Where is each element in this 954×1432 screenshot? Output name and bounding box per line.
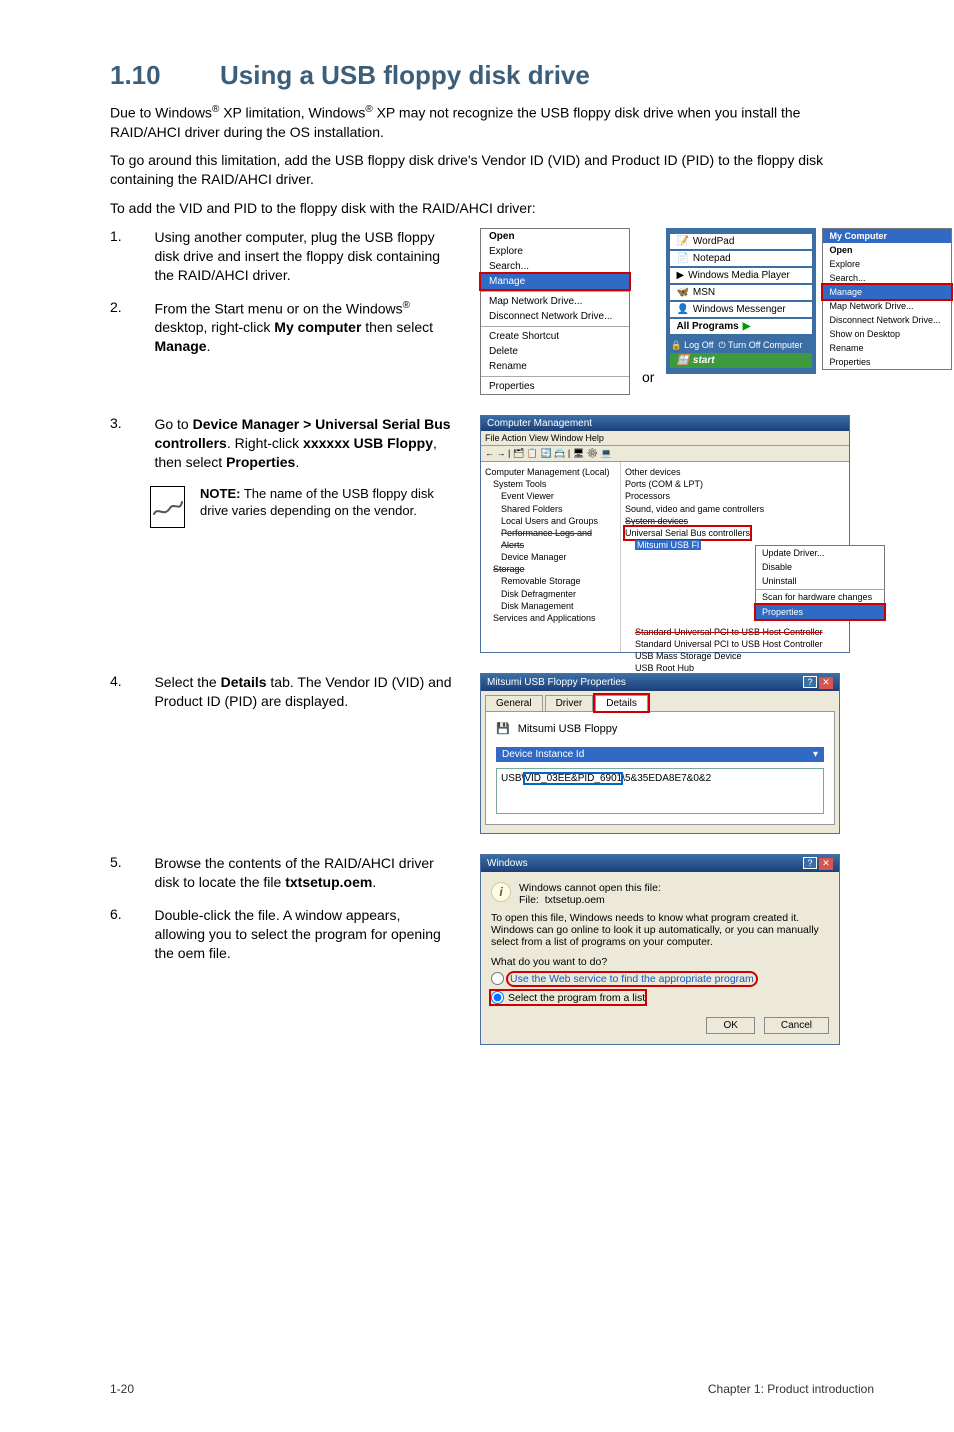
wmp-icon: ▶: [676, 270, 684, 281]
intro-p3: To add the VID and PID to the floppy dis…: [110, 199, 874, 218]
mc-search[interactable]: Search...: [823, 271, 951, 285]
devmgr-selected-device[interactable]: Mitsumi USB Fl: [635, 540, 701, 550]
step-4: 4. Select the Details tab. The Vendor ID…: [110, 673, 460, 711]
devmgr-title: Computer Management: [487, 418, 592, 429]
mc-manage[interactable]: Manage: [823, 285, 951, 299]
start-notepad[interactable]: 📄Notepad: [670, 251, 812, 266]
ctx-manage[interactable]: Manage: [481, 274, 629, 289]
mycomputer-context-menu: My Computer Open Explore Search... Manag…: [822, 228, 952, 370]
wordpad-icon: 📝: [676, 236, 688, 247]
section-title: Using a USB floppy disk drive: [220, 60, 590, 90]
mc-title: My Computer: [823, 229, 951, 243]
close-icon[interactable]: ✕: [819, 858, 833, 870]
note-block: NOTE: The name of the USB floppy disk dr…: [150, 486, 460, 528]
mc-explore[interactable]: Explore: [823, 257, 951, 271]
open-with-dialog: Windows ?✕ i Windows cannot open this fi…: [480, 854, 840, 1045]
turnoff-button[interactable]: ⏻ Turn Off Computer: [719, 340, 803, 350]
mc-show[interactable]: Show on Desktop: [823, 327, 951, 341]
chevron-right-icon: ▶: [743, 321, 751, 332]
ctx-map-drive[interactable]: Map Network Drive...: [481, 294, 629, 309]
ctx-search[interactable]: Search...: [481, 259, 629, 274]
devmgr-context-menu: Update Driver... Disable Uninstall Scan …: [755, 545, 885, 620]
step-6: 6. Double-click the file. A window appea…: [110, 906, 460, 963]
vid-pid-highlight: VID_03EE&PID_6901: [524, 773, 622, 784]
help-icon[interactable]: ?: [803, 857, 817, 869]
tab-general[interactable]: General: [485, 695, 543, 711]
chevron-down-icon: ▾: [813, 749, 818, 760]
page-number: 1-20: [110, 1382, 134, 1396]
ctx-properties[interactable]: Properties: [481, 379, 629, 394]
start-wmsg[interactable]: 👤Windows Messenger: [670, 302, 812, 317]
section-heading: 1.10Using a USB floppy disk drive: [110, 60, 874, 91]
info-icon: i: [491, 882, 511, 902]
mc-map[interactable]: Map Network Drive...: [823, 299, 951, 313]
start-all-programs[interactable]: All Programs ▶: [670, 319, 812, 334]
msn-icon: 🦋: [676, 287, 688, 298]
ok-button[interactable]: OK: [706, 1017, 754, 1034]
devmgr-ctx-properties[interactable]: Properties: [756, 605, 884, 619]
properties-title: Mitsumi USB Floppy Properties: [487, 677, 626, 688]
explain-text: To open this file, Windows needs to know…: [491, 912, 829, 948]
messenger-icon: 👤: [676, 304, 688, 315]
start-wmp[interactable]: ▶Windows Media Player: [670, 268, 812, 283]
note-icon: [150, 486, 185, 528]
step-2: 2. From the Start menu or on the Windows…: [110, 299, 460, 356]
ctx-open[interactable]: Open: [481, 229, 629, 244]
notepad-icon: 📄: [676, 253, 688, 264]
start-menu-panel: 📝WordPad 📄Notepad ▶Windows Media Player …: [666, 228, 816, 374]
start-msn[interactable]: 🦋MSN: [670, 285, 812, 300]
step-1: 1. Using another computer, plug the USB …: [110, 228, 460, 285]
close-icon[interactable]: ✕: [819, 677, 833, 689]
section-number: 1.10: [110, 60, 220, 91]
step-5: 5. Browse the contents of the RAID/AHCI …: [110, 854, 460, 892]
help-icon[interactable]: ?: [803, 676, 817, 688]
cancel-button[interactable]: Cancel: [764, 1017, 829, 1034]
radio-select-program[interactable]: Select the program from a list: [491, 991, 645, 1004]
chapter-label: Chapter 1: Product introduction: [708, 1382, 874, 1396]
devmgr-menubar[interactable]: File Action View Window Help: [481, 431, 849, 446]
step-3: 3. Go to Device Manager > Universal Seri…: [110, 415, 460, 472]
devmgr-left-tree[interactable]: Computer Management (Local) System Tools…: [481, 462, 621, 652]
mc-open[interactable]: Open: [823, 243, 951, 257]
screenshot-context-menus: Open Explore Search... Manage Map Networ…: [480, 228, 952, 395]
mc-disc[interactable]: Disconnect Network Drive...: [823, 313, 951, 327]
properties-window: Mitsumi USB Floppy Properties ?✕ General…: [480, 673, 840, 834]
ctx-rename[interactable]: Rename: [481, 359, 629, 374]
ctx-explore[interactable]: Explore: [481, 244, 629, 259]
intro-p2: To go around this limitation, add the US…: [110, 151, 874, 189]
devmgr-right-tree[interactable]: Other devices Ports (COM & LPT) Processo…: [621, 462, 849, 652]
intro-p1: Due to Windows® XP limitation, Windows® …: [110, 103, 874, 141]
mc-rename[interactable]: Rename: [823, 341, 951, 355]
device-name: Mitsumi USB Floppy: [518, 723, 618, 735]
start-wordpad[interactable]: 📝WordPad: [670, 234, 812, 249]
ctx-create-shortcut[interactable]: Create Shortcut: [481, 329, 629, 344]
floppy-icon: 💾: [496, 722, 510, 735]
filename-text: txtsetup.oem: [545, 894, 605, 906]
ctx-delete[interactable]: Delete: [481, 344, 629, 359]
desktop-context-menu: Open Explore Search... Manage Map Networ…: [480, 228, 630, 395]
what-text: What do you want to do?: [491, 956, 829, 968]
ctx-disconnect-drive[interactable]: Disconnect Network Drive...: [481, 309, 629, 324]
tab-driver[interactable]: Driver: [545, 695, 594, 711]
devmgr-toolbar[interactable]: ← → | 🗂 📋 🔄 📇 | 🖥 ⚙ 💻: [481, 446, 849, 462]
device-instance-value: USB\VID_03EE&PID_6901\5&35EDA8E7&0&2: [496, 768, 824, 814]
tab-details[interactable]: Details: [595, 695, 648, 711]
radio-web-service[interactable]: Use the Web service to find the appropri…: [491, 972, 829, 985]
cannot-open-text: Windows cannot open this file:: [519, 882, 661, 894]
device-manager-window: Computer Management File Action View Win…: [480, 415, 850, 653]
or-label: or: [636, 369, 660, 395]
logoff-button[interactable]: 🔒 Log Off: [670, 340, 713, 350]
start-button[interactable]: 🪟 start: [670, 353, 812, 368]
device-instance-combo[interactable]: Device Instance Id▾: [496, 747, 824, 762]
mc-props[interactable]: Properties: [823, 355, 951, 369]
dialog-title: Windows: [487, 858, 528, 869]
